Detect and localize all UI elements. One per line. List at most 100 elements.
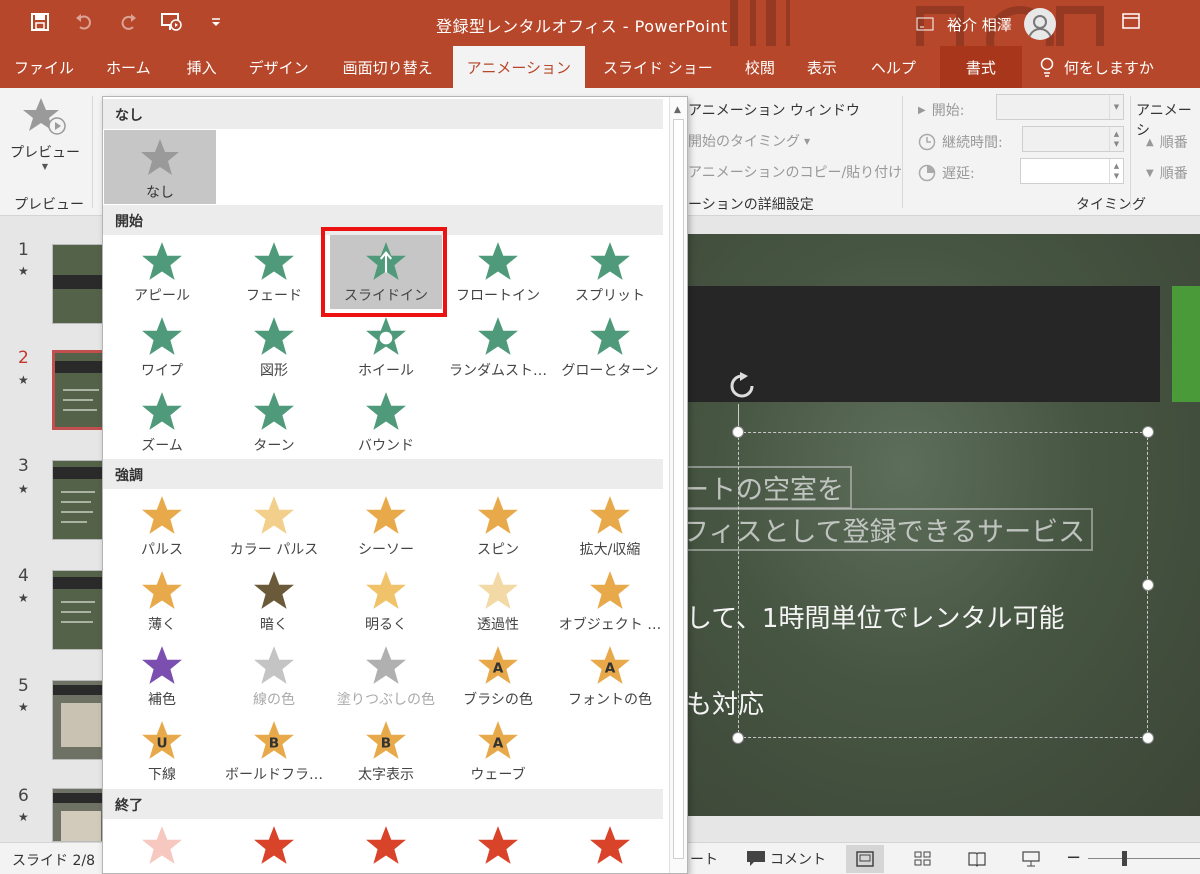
exit-effect-2[interactable] — [218, 819, 330, 873]
gallery-scrollbar[interactable]: ▲ — [669, 97, 687, 873]
slide-sorter-icon[interactable] — [904, 845, 942, 873]
entrance-effect-5[interactable]: スプリット — [554, 235, 666, 309]
emphasis-effect-6[interactable]: 薄く — [106, 564, 218, 638]
tab-help[interactable]: ヘルプ — [855, 46, 932, 88]
emphasis-effect-11[interactable]: 補色 — [106, 639, 218, 713]
tab-slideshow[interactable]: スライド ショー — [585, 46, 731, 88]
user-name[interactable]: 裕介 相澤 — [947, 14, 1012, 35]
save-icon[interactable] — [28, 9, 52, 35]
zoom-out-button[interactable]: − — [1066, 847, 1081, 868]
restore-window-icon[interactable] — [1120, 10, 1142, 32]
scroll-up-icon[interactable]: ▲ — [674, 105, 681, 115]
tell-me-box[interactable]: 何をしますか — [1026, 46, 1168, 88]
animation-pane-button[interactable]: アニメーション ウィンドウ — [688, 100, 860, 120]
emphasis-effect-label: パルス — [141, 542, 183, 558]
delay-row: 遅延: — [918, 163, 975, 183]
zoom-slider[interactable] — [1088, 858, 1200, 859]
entrance-effect-2[interactable]: フェード — [218, 235, 330, 309]
entrance-effect-9[interactable]: ランダムスト… — [442, 310, 554, 384]
duration-field[interactable]: ▲ ▼ — [1022, 126, 1124, 152]
undo-icon[interactable] — [72, 9, 96, 35]
tab-file[interactable]: ファイル — [0, 46, 88, 88]
tab-home[interactable]: ホーム — [88, 46, 169, 88]
start-select[interactable]: ▼ — [996, 94, 1124, 120]
comments-button[interactable]: コメント — [746, 849, 826, 869]
emphasis-effect-1[interactable]: パルス — [106, 489, 218, 563]
entrance-effect-10[interactable]: グローとターン — [554, 310, 666, 384]
current-slide[interactable]: ートの空室を フィスとして登録できるサービス して、1時間単位でレンタル可能 も… — [660, 234, 1200, 816]
entrance-effect-12[interactable]: ターン — [218, 385, 330, 459]
svg-text:A: A — [493, 735, 504, 751]
entrance-star-icon — [554, 314, 666, 358]
emphasis-effect-14[interactable]: A ブラシの色 — [442, 639, 554, 713]
emphasis-effect-7[interactable]: 暗く — [218, 564, 330, 638]
entrance-effect-13[interactable]: バウンド — [330, 385, 442, 459]
start-slideshow-icon[interactable] — [160, 9, 184, 35]
reading-view-icon[interactable] — [958, 845, 996, 873]
customize-qat-icon[interactable] — [204, 9, 228, 35]
tab-design[interactable]: デザイン — [235, 46, 323, 88]
exit-effect-1[interactable] — [106, 819, 218, 873]
entrance-effect-label: ランダムスト… — [449, 363, 547, 379]
emphasis-effect-10[interactable]: オブジェクト … — [554, 564, 666, 638]
tab-animations[interactable]: アニメーション — [452, 46, 586, 88]
emphasis-effect-5[interactable]: 拡大/収縮 — [554, 489, 666, 563]
resize-handle[interactable] — [732, 426, 744, 438]
emphasis-effect-2[interactable]: カラー パルス — [218, 489, 330, 563]
tab-review[interactable]: 校閲 — [731, 46, 789, 88]
emphasis-effect-label: 塗りつぶしの色 — [336, 692, 436, 708]
tab-view[interactable]: 表示 — [789, 46, 855, 88]
entrance-effect-6[interactable]: ワイプ — [106, 310, 218, 384]
user-avatar[interactable] — [1023, 8, 1056, 40]
zoom-slider-thumb[interactable] — [1122, 851, 1127, 866]
emphasis-effect-8[interactable]: 明るく — [330, 564, 442, 638]
entrance-star-icon — [218, 239, 330, 283]
tab-insert[interactable]: 挿入 — [169, 46, 235, 88]
entrance-effect-8[interactable]: ホイール — [330, 310, 442, 384]
emphasis-effect-13[interactable]: 塗りつぶしの色 — [330, 639, 442, 713]
emphasis-effect-16[interactable]: U 下線 — [106, 714, 218, 788]
preview-star-icon — [23, 98, 66, 135]
entrance-effect-4[interactable]: フロートイン — [442, 235, 554, 309]
resize-handle[interactable] — [1142, 732, 1154, 744]
delay-field[interactable]: ▲ ▼ — [1020, 158, 1124, 184]
emphasis-effect-3[interactable]: シーソー — [330, 489, 442, 563]
emphasis-effect-label: カラー パルス — [229, 542, 319, 558]
tab-transitions[interactable]: 画面切り替え — [323, 46, 453, 88]
exit-effect-5[interactable] — [554, 819, 666, 873]
emphasis-effect-18[interactable]: B 太字表示 — [330, 714, 442, 788]
exit-effect-4[interactable] — [442, 819, 554, 873]
ribbon-display-options-icon[interactable] — [915, 14, 935, 34]
emphasis-effect-12[interactable]: 線の色 — [218, 639, 330, 713]
scrollbar-thumb[interactable] — [673, 119, 684, 859]
redo-icon[interactable] — [116, 9, 140, 35]
emphasis-effect-4[interactable]: スピン — [442, 489, 554, 563]
trigger-label: 開始のタイミング — [688, 134, 800, 150]
emphasis-effect-15[interactable]: A フォントの色 — [554, 639, 666, 713]
emphasis-effect-9[interactable]: 透過性 — [442, 564, 554, 638]
entrance-effect-7[interactable]: 図形 — [218, 310, 330, 384]
emphasis-effect-19[interactable]: A ウェーブ — [442, 714, 554, 788]
slideshow-view-icon[interactable] — [1012, 845, 1050, 873]
animation-none[interactable]: なし — [104, 130, 216, 204]
resize-handle[interactable] — [732, 732, 744, 744]
tell-me-label: 何をしますか — [1063, 58, 1154, 77]
rotate-handle-icon[interactable] — [724, 372, 760, 404]
normal-view-icon[interactable] — [846, 845, 884, 873]
move-later-button[interactable]: ▼ 順番 — [1146, 163, 1188, 183]
entrance-effect-label: ワイプ — [141, 363, 183, 379]
resize-handle[interactable] — [1142, 579, 1154, 591]
chevron-down-icon: ▼ — [1109, 95, 1123, 119]
emphasis-effect-17[interactable]: B ボールドフラ… — [218, 714, 330, 788]
move-earlier-button[interactable]: ▲ 順番 — [1146, 132, 1188, 152]
exit-effect-3[interactable] — [330, 819, 442, 873]
preview-button[interactable]: プレビュー ▼ — [10, 96, 80, 171]
entrance-effect-11[interactable]: ズーム — [106, 385, 218, 459]
title-bar: 登録型レンタルオフィス - PowerPoint 裕介 相澤 — [0, 0, 1200, 46]
entrance-effect-1[interactable]: アピール — [106, 235, 218, 309]
tab-format[interactable]: 書式 — [939, 46, 1022, 88]
group-separator — [1130, 96, 1131, 208]
resize-handle[interactable] — [1142, 426, 1154, 438]
emphasis-effect-label: 線の色 — [253, 692, 295, 708]
selection-highlight — [321, 227, 447, 317]
